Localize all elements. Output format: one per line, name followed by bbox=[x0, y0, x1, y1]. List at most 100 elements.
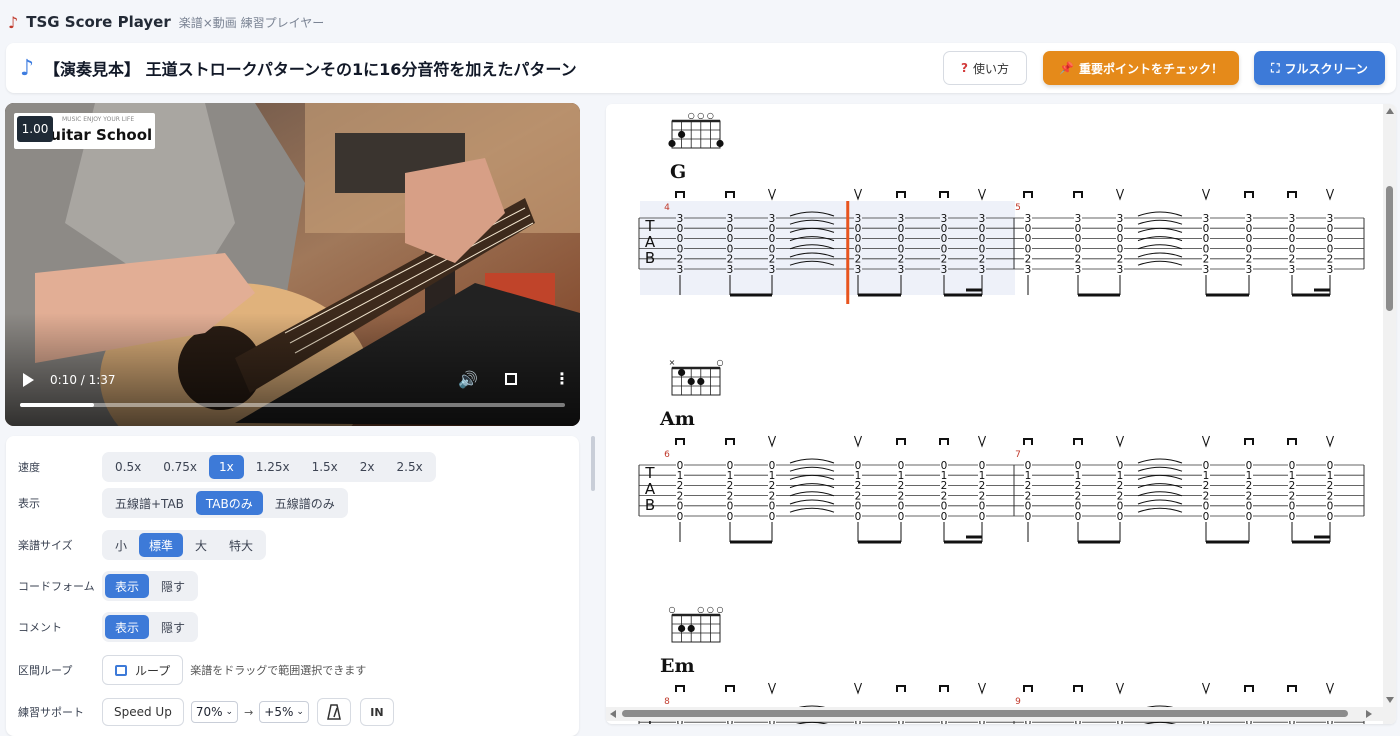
option-button[interactable]: 小 bbox=[105, 533, 137, 557]
fullscreen-label: フルスクリーン bbox=[1284, 61, 1368, 76]
down-stroke-icon bbox=[1244, 191, 1254, 198]
more-options-icon[interactable]: ⋮ bbox=[554, 369, 570, 388]
volume-icon[interactable]: 🔊 bbox=[458, 370, 478, 389]
up-stroke-icon bbox=[853, 188, 863, 201]
option-button[interactable]: 1.5x bbox=[302, 455, 348, 479]
scroll-up-icon[interactable] bbox=[1386, 108, 1394, 114]
option-button[interactable]: 標準 bbox=[139, 533, 184, 557]
measure-number: 8 bbox=[664, 697, 670, 707]
up-stroke-icon bbox=[767, 682, 777, 695]
option-button[interactable]: 2x bbox=[350, 455, 385, 479]
down-stroke-icon bbox=[1244, 438, 1254, 445]
play-icon[interactable] bbox=[23, 373, 34, 387]
progress-track[interactable] bbox=[20, 403, 565, 407]
option-button[interactable]: 隠す bbox=[151, 615, 195, 639]
count-in-button[interactable]: IN bbox=[359, 698, 394, 726]
speed-label: 速度 bbox=[18, 461, 40, 474]
down-stroke-icon bbox=[1287, 685, 1297, 692]
fret-number: 0 bbox=[1025, 511, 1032, 523]
option-button[interactable]: 0.75x bbox=[153, 455, 207, 479]
fret-number: 0 bbox=[1246, 511, 1253, 523]
chord-name: G bbox=[670, 161, 687, 183]
fullscreen-icon[interactable] bbox=[505, 373, 517, 385]
open-string-marker: ○ bbox=[697, 111, 704, 120]
scroll-left-icon[interactable] bbox=[610, 710, 616, 718]
vertical-scrollbar[interactable] bbox=[1383, 104, 1396, 724]
up-stroke-icon bbox=[1201, 435, 1211, 448]
playback-rate-badge: 1.00 bbox=[17, 116, 53, 142]
question-icon: ? bbox=[961, 61, 968, 75]
score-panel[interactable]: ○ ○ ○ T A B 4 5 3 0 0 0 2 3 3 0 0 0 2 3 3 0 0 0 2 3 3 0 0 0 2 3 3 0 0 0 2 3 3 0… bbox=[606, 104, 1396, 724]
fret-number: 3 bbox=[677, 264, 684, 276]
control-panel: 速度 0.5x 0.75x 1x 1.25x 1.5x 2x 2.5x 表示 五線譜+TAB… bbox=[6, 436, 579, 736]
option-button[interactable]: TABのみ bbox=[195, 491, 263, 515]
size-row: 楽譜サイズ 小標準大特大 bbox=[18, 530, 267, 560]
down-stroke-icon bbox=[1073, 685, 1083, 692]
fret-number: 3 bbox=[1025, 264, 1032, 276]
option-button[interactable]: 隠す bbox=[151, 574, 195, 598]
finger-dot bbox=[668, 139, 676, 148]
finger-dot bbox=[687, 377, 695, 386]
finger-dot bbox=[687, 624, 695, 633]
option-button[interactable]: 表示 bbox=[105, 615, 150, 639]
loop-button[interactable]: ループ bbox=[102, 655, 184, 685]
down-stroke-icon bbox=[896, 685, 906, 692]
scroll-down-icon[interactable] bbox=[1386, 697, 1394, 703]
option-button[interactable]: 表示 bbox=[105, 574, 150, 598]
slash-arc bbox=[789, 466, 835, 472]
vertical-thumb[interactable] bbox=[1386, 186, 1393, 311]
tab-score[interactable]: ○ ○ ○TAB4 530002330002330002330002330002330… bbox=[606, 104, 1396, 724]
horizontal-scrollbar[interactable] bbox=[606, 707, 1383, 721]
video-player[interactable]: MUSIC ENJOY YOUR LIFE Guitar School 1.00… bbox=[5, 103, 580, 426]
fret-number: 0 bbox=[727, 511, 734, 523]
speed-row: 速度 0.5x 0.75x 1x 1.25x 1.5x 2x 2.5x bbox=[18, 452, 436, 482]
chevron-down-icon: ⌄ bbox=[296, 707, 304, 717]
comment-label: コメント bbox=[18, 621, 62, 634]
fret-number: 0 bbox=[979, 511, 986, 523]
tab-clef: B bbox=[645, 496, 655, 514]
slash-arc bbox=[1137, 491, 1183, 497]
slash-arc bbox=[1137, 507, 1183, 513]
chord-form-options: 表示 隠す bbox=[102, 571, 199, 601]
fret-number: 0 bbox=[1203, 511, 1210, 523]
fret-number: 0 bbox=[1327, 511, 1334, 523]
down-stroke-icon bbox=[939, 685, 949, 692]
tab-clef: B bbox=[645, 249, 655, 267]
option-button[interactable]: 1.25x bbox=[246, 455, 300, 479]
horizontal-thumb[interactable] bbox=[622, 710, 1348, 717]
step-select[interactable]: +5% ⌄ bbox=[259, 701, 309, 723]
panel-resizer[interactable] bbox=[591, 436, 595, 491]
loop-icon bbox=[115, 664, 127, 676]
down-stroke-icon bbox=[1073, 438, 1083, 445]
down-stroke-icon bbox=[1287, 438, 1297, 445]
fullscreen-button[interactable]: ⛶ フルスクリーン bbox=[1254, 51, 1385, 85]
slash-arc bbox=[1137, 466, 1183, 472]
option-button[interactable]: 五線譜のみ bbox=[265, 491, 345, 515]
option-button[interactable]: 0.5x bbox=[105, 455, 151, 479]
option-button[interactable]: 1x bbox=[209, 455, 244, 479]
down-stroke-icon bbox=[1073, 191, 1083, 198]
fret-number: 3 bbox=[1327, 264, 1334, 276]
down-stroke-icon bbox=[1023, 438, 1033, 445]
option-button[interactable]: 五線譜+TAB bbox=[105, 491, 194, 515]
fret-number: 3 bbox=[1203, 264, 1210, 276]
slash-arc bbox=[1144, 721, 1176, 724]
help-button[interactable]: ? 使い方 bbox=[943, 51, 1027, 85]
fret-number: 0 bbox=[769, 511, 776, 523]
speed-up-button[interactable]: Speed Up bbox=[102, 698, 184, 726]
open-string-marker: ○ bbox=[707, 111, 714, 120]
scroll-right-icon[interactable] bbox=[1366, 710, 1372, 718]
option-button[interactable]: 大 bbox=[185, 533, 217, 557]
fret-number: 0 bbox=[1289, 511, 1296, 523]
check-points-button[interactable]: 📌 重要ポイントをチェック！ bbox=[1043, 51, 1239, 85]
up-stroke-icon bbox=[977, 682, 987, 695]
start-speed-select[interactable]: 70% ⌄ bbox=[190, 701, 239, 723]
open-string-marker: × bbox=[669, 358, 676, 367]
metronome-button[interactable] bbox=[316, 698, 351, 726]
app-subtitle: 楽譜×動画 練習プレイヤー bbox=[178, 15, 325, 30]
open-string-marker: ○ bbox=[669, 605, 676, 614]
option-button[interactable]: 特大 bbox=[219, 533, 263, 557]
slash-arc bbox=[796, 721, 828, 724]
option-button[interactable]: 2.5x bbox=[387, 455, 433, 479]
slash-arc bbox=[789, 507, 835, 513]
